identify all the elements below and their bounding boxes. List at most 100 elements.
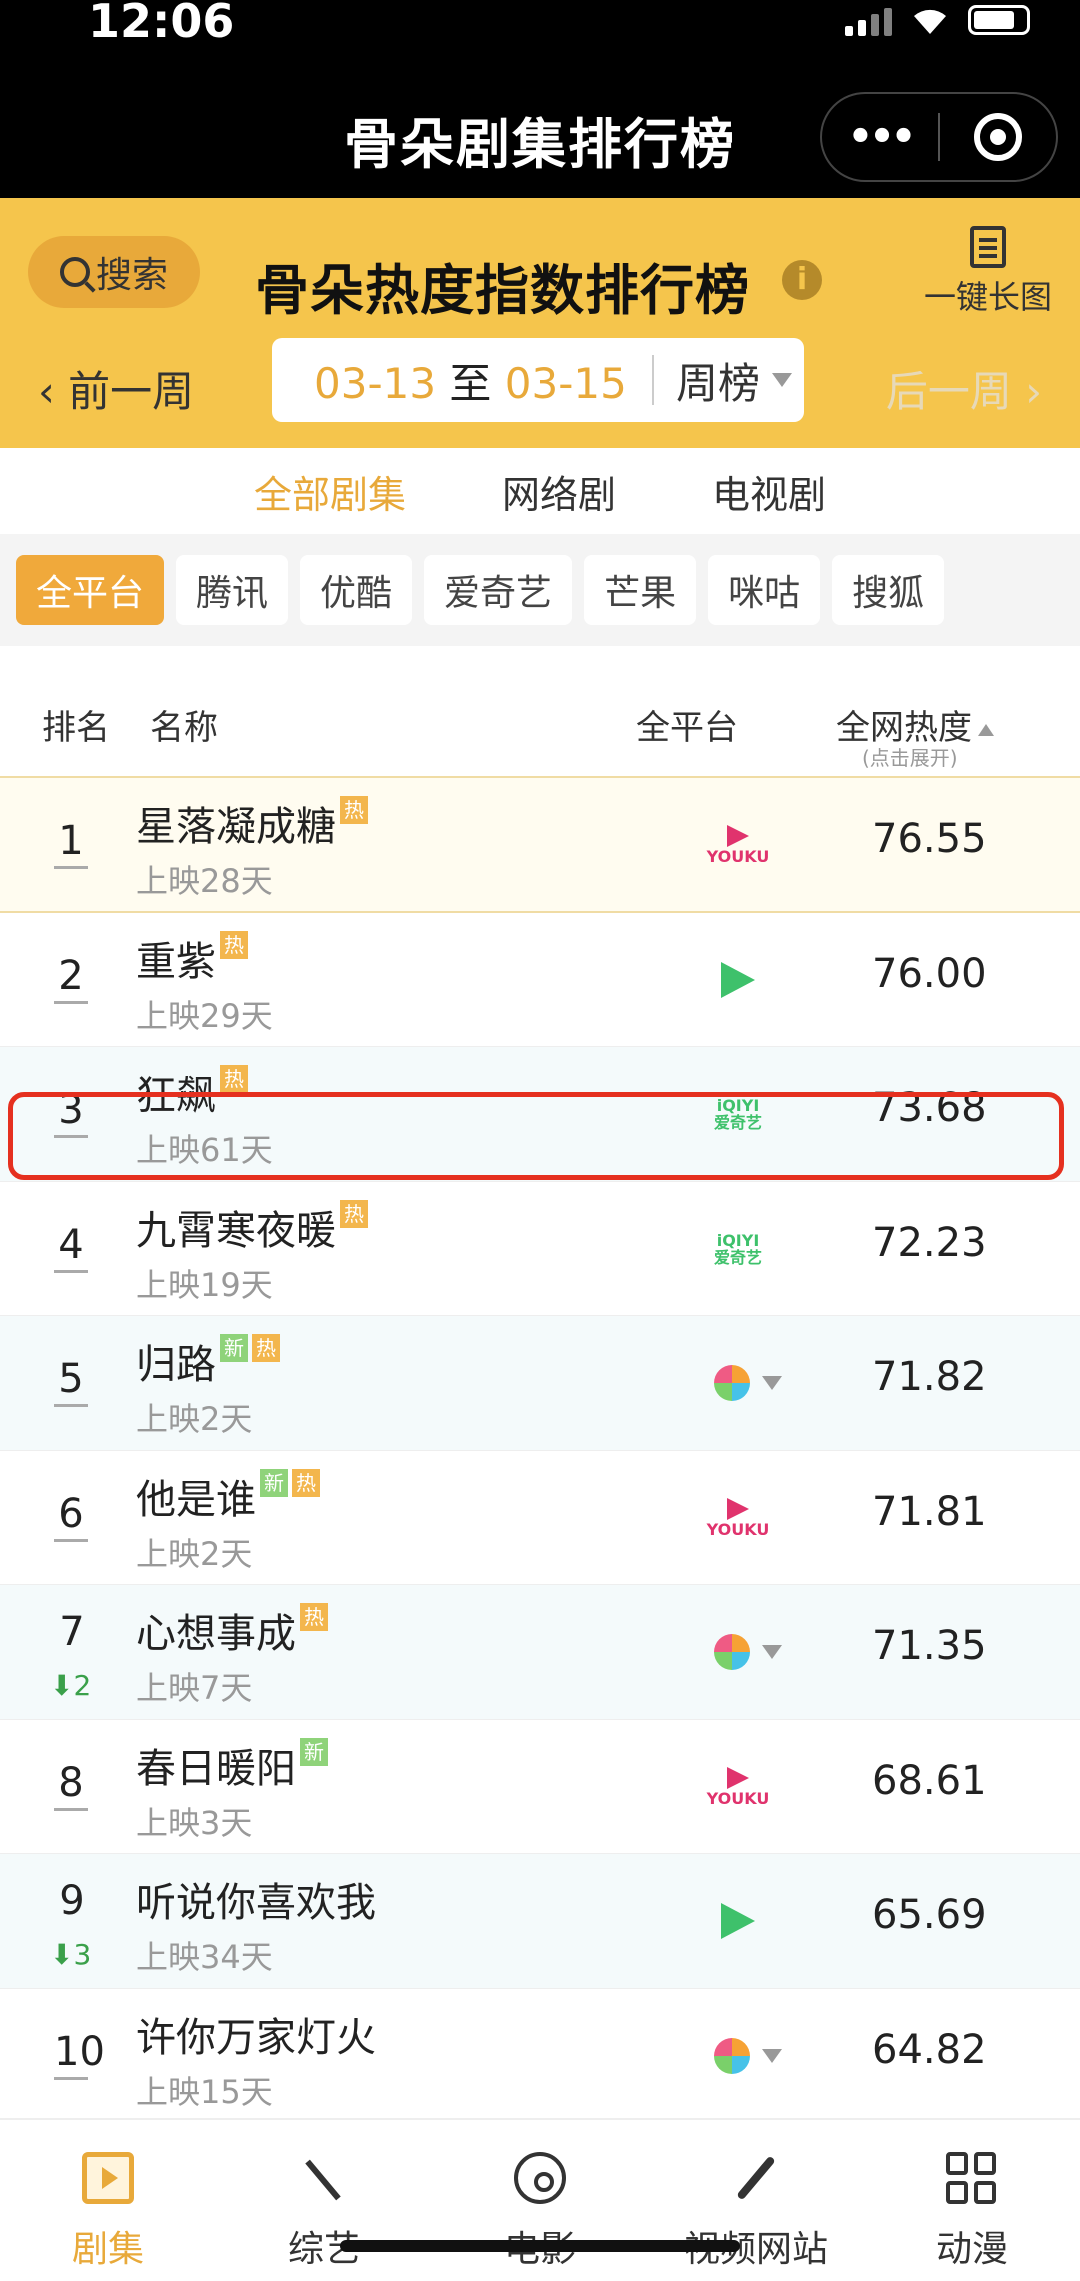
- rank-number: 3: [54, 1087, 88, 1138]
- table-row[interactable]: 6 他是谁新热上映2天 YOUKU 71.81: [0, 1450, 1080, 1585]
- youku-play-icon: [727, 1497, 749, 1520]
- multi-platform-dropdown[interactable]: [708, 1358, 782, 1408]
- series-title: 星落凝成糖: [136, 804, 336, 850]
- series-name: 重紫热: [136, 929, 248, 987]
- tencent-play-icon: [721, 961, 755, 998]
- platform-youku[interactable]: 优酷: [300, 555, 413, 625]
- table-row[interactable]: 1 星落凝成糖热上映28天 YOUKU 76.55: [0, 778, 1080, 913]
- table-row[interactable]: 9 ⬇3 听说你喜欢我 上映34天 65.69: [0, 1854, 1080, 1989]
- iqiyi-text-en: iQIYI: [716, 1096, 760, 1115]
- category-tabs: 全部剧集 网络剧 电视剧: [0, 448, 1080, 534]
- platform-tencent[interactable]: 腾讯: [176, 555, 289, 625]
- tencent-video-logo-icon: [708, 1896, 768, 1946]
- release-days: 上映34天: [136, 1938, 273, 1976]
- multi-platform-dropdown[interactable]: [708, 1627, 782, 1677]
- youku-logo-icon: YOUKU: [707, 1762, 769, 1812]
- iqiyi-logo-icon: iQIYI 爱奇艺: [708, 1089, 768, 1139]
- rank-change-value: 2: [73, 1669, 92, 1702]
- tab-tv-series[interactable]: 电视剧: [712, 464, 826, 519]
- film-reel-icon: [514, 2152, 566, 2204]
- period-select[interactable]: 周榜: [654, 350, 793, 411]
- platform-mango[interactable]: 芒果: [584, 555, 697, 625]
- col-heat-hint: (点击展开): [862, 746, 958, 770]
- iqiyi-logo-icon: iQIYI 爱奇艺: [708, 1224, 768, 1274]
- release-days: 上映61天: [136, 1131, 273, 1169]
- table-row[interactable]: 5 归路新热上映2天 71.82: [0, 1316, 1080, 1451]
- date-start: 03-13: [314, 358, 437, 408]
- release-days: 上映2天: [136, 1534, 253, 1573]
- tv-play-icon: [82, 2152, 134, 2204]
- tab-video-sites[interactable]: 视频网站: [648, 2120, 864, 2281]
- platform-migu[interactable]: 咪咕: [708, 555, 821, 625]
- mini-program-capsule: •••: [820, 92, 1058, 182]
- table-row[interactable]: 10 许你万家灯火 上映15天 64.82: [0, 1988, 1080, 2123]
- series-name: 许你万家灯火: [136, 2005, 376, 2063]
- date-range[interactable]: 03-13 至 03-15: [272, 350, 652, 411]
- info-icon[interactable]: i: [782, 260, 822, 300]
- date-to: 至: [449, 358, 492, 408]
- multi-platform-icon: [714, 2037, 750, 2074]
- tab-anime-label: 动漫: [935, 2229, 1008, 2270]
- more-button[interactable]: •••: [822, 114, 938, 160]
- series-name: 心想事成热: [136, 1601, 328, 1659]
- tab-anime[interactable]: 动漫: [864, 2120, 1080, 2281]
- table-row[interactable]: 2 重紫热上映29天 76.00: [0, 912, 1080, 1047]
- multi-platform-dropdown[interactable]: [708, 2031, 782, 2081]
- caret-down-icon: [762, 1645, 782, 1659]
- caret-down-icon: [762, 1376, 782, 1390]
- search-button[interactable]: 搜索: [28, 236, 200, 308]
- heat-score: 71.35: [872, 1623, 987, 1669]
- table-row[interactable]: 7 ⬇2 心想事成热上映7天 71.35: [0, 1585, 1080, 1720]
- new-badge: 新: [220, 1334, 248, 1362]
- release-days: 上映15天: [136, 2072, 273, 2111]
- platform-iqiyi[interactable]: 爱奇艺: [424, 555, 573, 625]
- rank-number: 5: [54, 1356, 88, 1407]
- page-title: 骨朵热度指数排行榜: [255, 259, 750, 322]
- iqiyi-text-cn: 爱奇艺: [713, 1113, 762, 1132]
- brush-icon: [730, 2152, 782, 2204]
- document-icon: [970, 226, 1006, 268]
- hot-badge: 热: [252, 1334, 280, 1362]
- arrow-down-icon: ⬇: [50, 1669, 74, 1702]
- table-row[interactable]: 3 狂飙热上映61天 iQIYI 爱奇艺 73.68: [0, 1047, 1080, 1182]
- multi-platform-icon: [714, 1634, 750, 1670]
- next-week-button[interactable]: 后一周 ›: [886, 358, 1042, 419]
- rank-number: 1: [54, 818, 88, 869]
- table-row[interactable]: 4 九霄寒夜暖热上映19天 iQIYI 爱奇艺 72.23: [0, 1181, 1080, 1316]
- platform-sohu[interactable]: 搜狐: [832, 555, 945, 625]
- heat-score: 76.55: [872, 816, 987, 862]
- long-image-button[interactable]: 一键长图: [918, 226, 1058, 318]
- tab-web-series[interactable]: 网络剧: [502, 464, 616, 519]
- series-title: 九霄寒夜暖: [136, 1207, 336, 1254]
- tab-all-series[interactable]: 全部剧集: [254, 464, 406, 519]
- tab-variety[interactable]: 综艺: [216, 2120, 432, 2281]
- table-row[interactable]: 8 春日暖阳新上映3天 YOUKU 68.61: [0, 1719, 1080, 1854]
- hot-badge: 热: [292, 1468, 320, 1497]
- iqiyi-logo: iQIYI 爱奇艺: [714, 1232, 762, 1266]
- heat-score: 71.81: [872, 1488, 987, 1535]
- series-name: 他是谁新热: [136, 1467, 320, 1525]
- series-title: 他是谁: [136, 1476, 256, 1523]
- home-indicator: [340, 2240, 740, 2252]
- multi-platform: [714, 1634, 782, 1670]
- series-name: 狂飙热: [136, 1063, 248, 1121]
- close-mini-program-button[interactable]: [940, 113, 1056, 161]
- series-title: 心想事成: [136, 1611, 296, 1657]
- sort-icon: [978, 723, 994, 736]
- caret-down-icon: [762, 2048, 782, 2063]
- prev-week-button[interactable]: ‹ 前一周: [38, 358, 194, 419]
- release-days: 上映29天: [136, 996, 273, 1035]
- tencent-play-icon: [721, 1903, 755, 1939]
- tab-series[interactable]: 剧集: [0, 2120, 216, 2281]
- youku-logo: YOUKU: [707, 1497, 769, 1538]
- search-icon: [59, 257, 90, 287]
- new-badge: 新: [300, 1737, 328, 1766]
- platform-all[interactable]: 全平台: [16, 555, 165, 625]
- magic-wand-icon: [298, 2152, 350, 2204]
- date-selector[interactable]: 03-13 至 03-15 周榜: [272, 338, 804, 422]
- rank-change: ⬇3: [50, 1938, 91, 1971]
- multi-platform: [714, 1365, 782, 1401]
- battery-icon: [968, 5, 1030, 35]
- iqiyi-logo: iQIYI 爱奇艺: [714, 1097, 762, 1131]
- tab-movie[interactable]: 电影: [432, 2120, 648, 2281]
